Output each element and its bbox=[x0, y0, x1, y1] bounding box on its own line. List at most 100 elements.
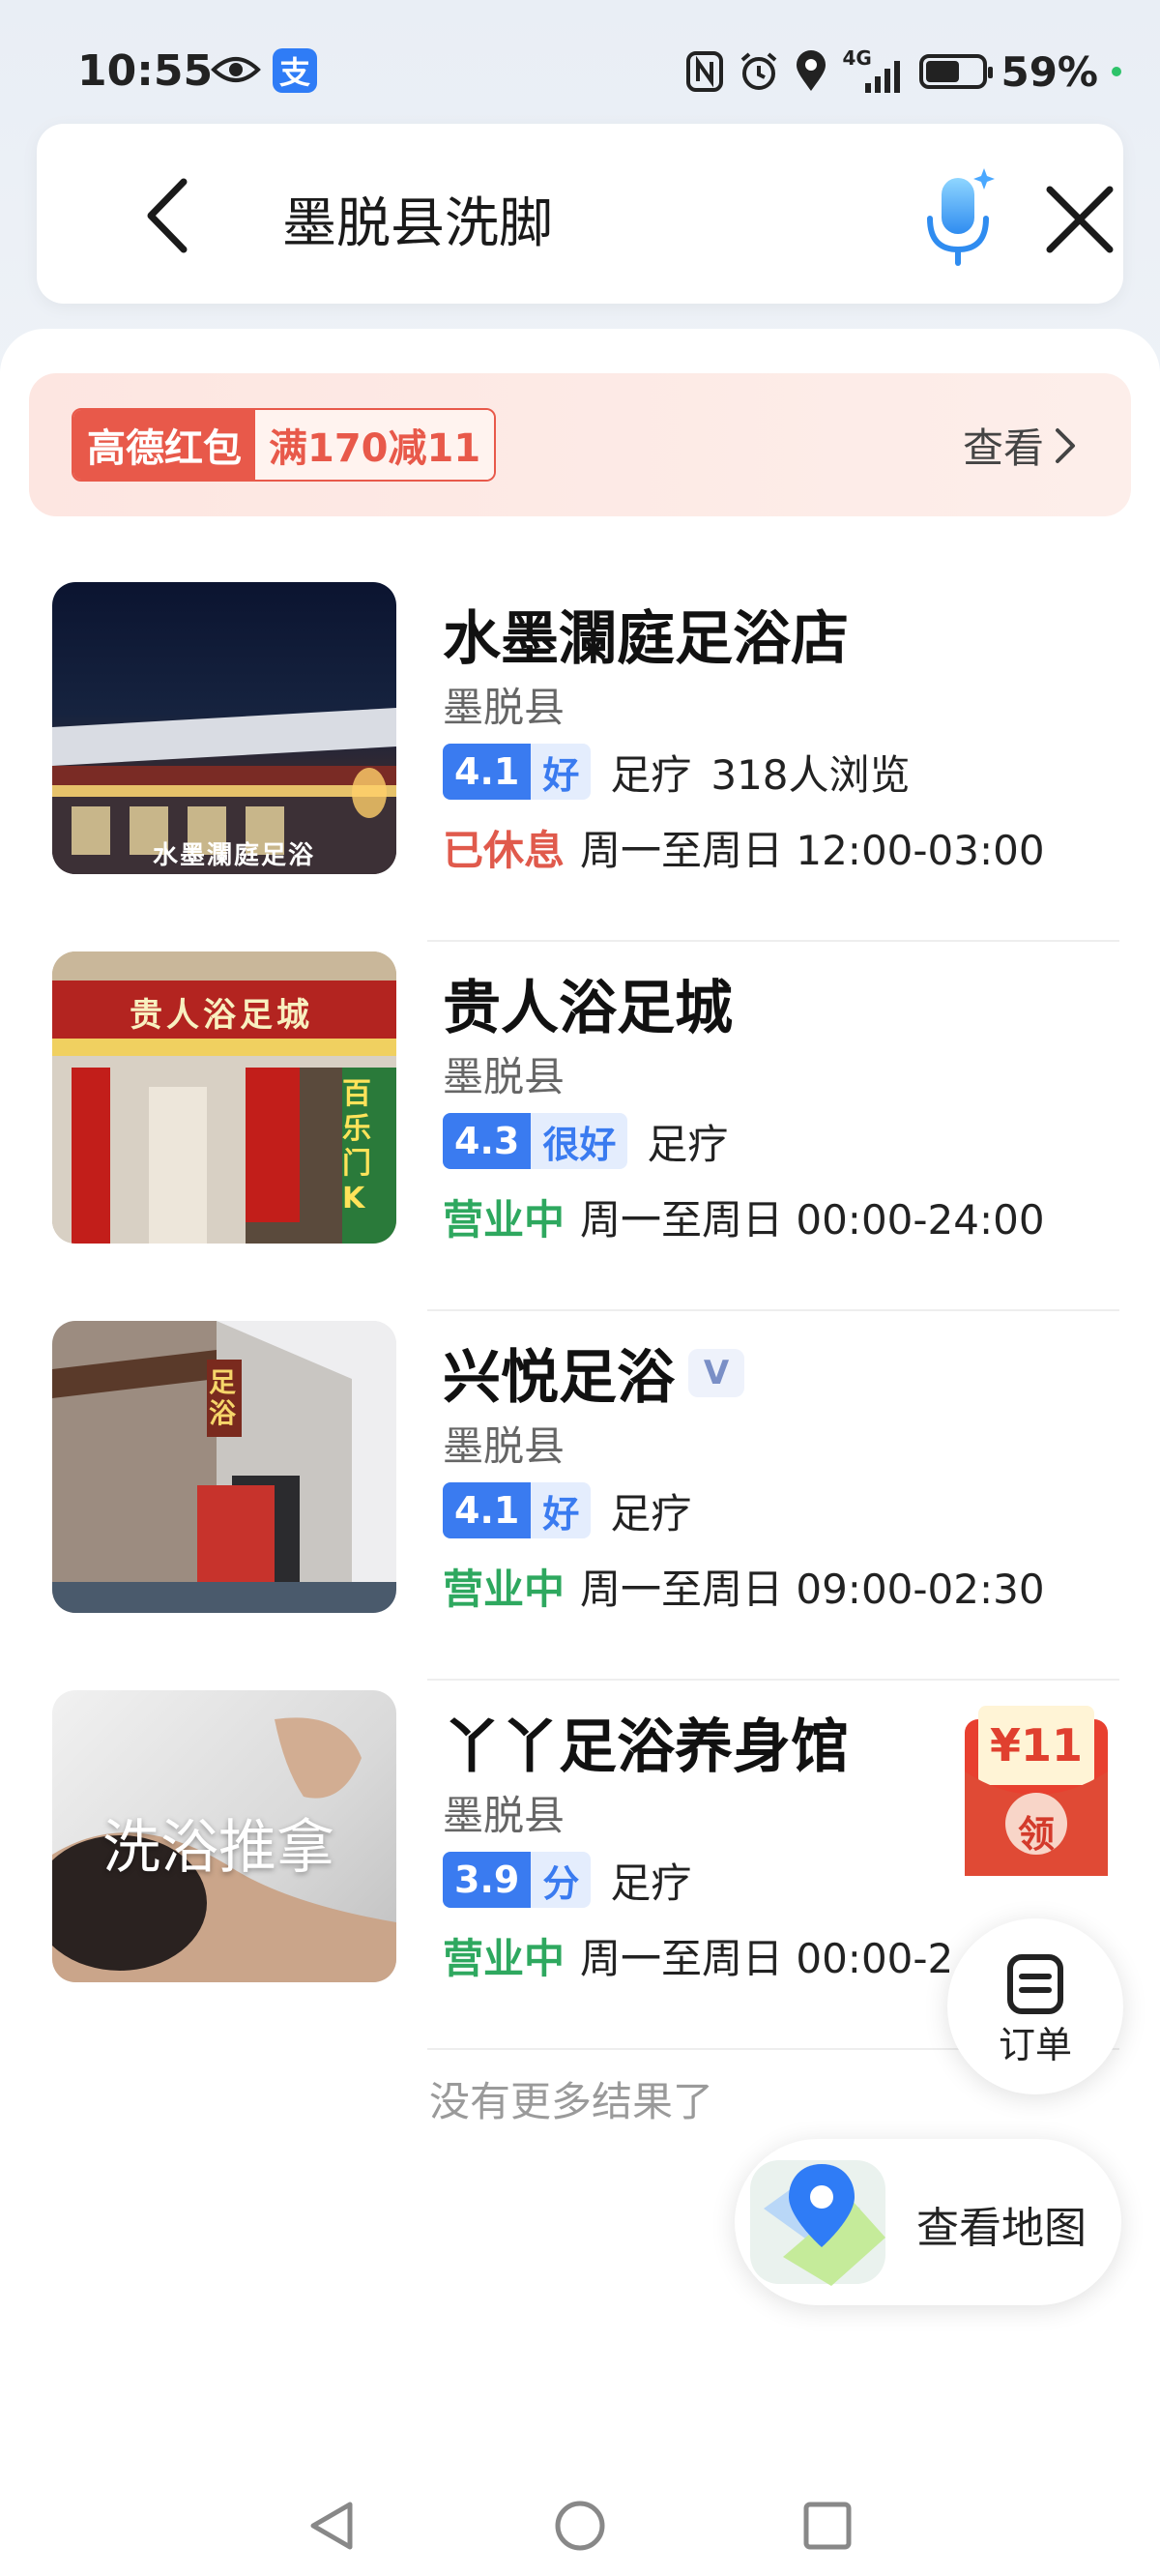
rating-word: 很好 bbox=[531, 1113, 628, 1169]
result-area: 墨脱县 bbox=[443, 684, 566, 731]
orders-button[interactable]: 订单 bbox=[947, 1918, 1123, 2094]
rating-badge: 4.3 很好 bbox=[443, 1113, 628, 1169]
thumb-sign-text: 水墨瀾庭足浴 bbox=[153, 841, 316, 870]
back-button[interactable] bbox=[130, 172, 207, 259]
result-name-text: 水墨瀾庭足浴店 bbox=[443, 605, 849, 673]
system-navigation-bar bbox=[0, 2475, 1160, 2576]
divider bbox=[427, 1309, 1119, 1311]
thumb-sign-text: 贵人浴足城 bbox=[130, 996, 313, 1035]
rating-score: 4.3 bbox=[443, 1113, 532, 1169]
rating-word: 好 bbox=[531, 744, 592, 800]
result-meta: 4.3 很好 足疗 bbox=[443, 1112, 728, 1170]
rating-score: 3.9 bbox=[443, 1852, 532, 1908]
result-area: 墨脱县 bbox=[443, 1792, 566, 1839]
status-open: 营业中 bbox=[443, 1935, 566, 1982]
result-name-text: 贵人浴足城 bbox=[443, 975, 733, 1042]
nfc-icon bbox=[686, 51, 724, 92]
divider bbox=[427, 940, 1119, 942]
status-time: 10:55 bbox=[77, 45, 214, 96]
rating-badge: 4.1 好 bbox=[443, 744, 592, 800]
battery-icon bbox=[919, 54, 994, 89]
result-hours: 营业中 周一至周日 09:00-02:30 bbox=[443, 1557, 1045, 1616]
red-packet-banner[interactable]: 高德红包 满170减11 查看 bbox=[29, 373, 1131, 516]
rating-badge: 4.1 好 bbox=[443, 1482, 592, 1538]
result-name-text: 丫丫足浴养身馆 bbox=[443, 1713, 849, 1781]
result-area: 墨脱县 bbox=[443, 1422, 566, 1470]
rating-score: 4.1 bbox=[443, 1482, 532, 1538]
status-closed: 已休息 bbox=[443, 827, 566, 874]
orders-label: 订单 bbox=[998, 2024, 1072, 2066]
storefront-photo bbox=[52, 1321, 396, 1613]
signal-indicator: 4G bbox=[842, 46, 906, 93]
opening-hours: 周一至周日 12:00-03:00 bbox=[580, 827, 1045, 874]
coupon-claim-label: 领 bbox=[1017, 1813, 1055, 1856]
result-item[interactable]: 足浴 兴悦足浴 V 墨脱县 4.1 好 足疗 营业中 周一至周日 09:00-0… bbox=[0, 1321, 1160, 1688]
result-area: 墨脱县 bbox=[443, 1053, 566, 1100]
result-name-text: 兴悦足浴 bbox=[443, 1344, 675, 1412]
result-thumbnail: 贵人浴足城 百乐门K bbox=[52, 951, 396, 1244]
rating-score: 4.1 bbox=[443, 744, 532, 800]
promo-view-label: 查看 bbox=[962, 424, 1044, 472]
search-input[interactable]: 墨脱县洗脚 bbox=[282, 180, 553, 258]
result-item[interactable]: 水墨瀾庭足浴 水墨瀾庭足浴店 墨脱县 4.1 好 足疗 318人浏览 已休息 周… bbox=[0, 582, 1160, 950]
promo-badge: 高德红包 满170减11 bbox=[72, 408, 497, 482]
search-bar: 墨脱县洗脚 bbox=[37, 124, 1123, 304]
result-thumbnail: 水墨瀾庭足浴 bbox=[52, 582, 396, 874]
thumb-caption: 洗浴推拿 bbox=[102, 1814, 334, 1882]
status-open: 营业中 bbox=[443, 1566, 566, 1613]
opening-hours: 周一至周日 00:00-2 bbox=[580, 1935, 954, 1982]
result-category: 足疗 bbox=[610, 750, 692, 799]
coupon-amount: ¥11 bbox=[989, 1719, 1084, 1771]
clear-search-button[interactable] bbox=[1036, 176, 1123, 263]
nav-back-icon[interactable] bbox=[304, 2497, 362, 2555]
mic-button[interactable] bbox=[914, 162, 1001, 269]
storefront-photo bbox=[52, 708, 396, 874]
result-hours: 营业中 周一至周日 00:00-24:00 bbox=[443, 1187, 1045, 1246]
result-hours: 营业中 周一至周日 00:00-2 bbox=[443, 1926, 974, 1985]
no-more-results: 没有更多结果了 bbox=[429, 2078, 714, 2125]
privacy-indicator-dot bbox=[1112, 67, 1121, 76]
result-name: 兴悦足浴 V bbox=[443, 1331, 744, 1415]
result-category: 足疗 bbox=[610, 1489, 692, 1537]
result-thumbnail: 足浴 bbox=[52, 1321, 396, 1613]
promo-view-link[interactable]: 查看 bbox=[963, 416, 1077, 475]
promo-offer: 满170减11 bbox=[255, 410, 495, 480]
result-meta: 4.1 好 足疗 bbox=[443, 1481, 691, 1539]
thumb-sign-text: 足浴 bbox=[209, 1366, 237, 1429]
map-icon bbox=[750, 2160, 885, 2286]
coupon-claim-button[interactable]: ¥11 领 bbox=[961, 1704, 1112, 1880]
result-name: 贵人浴足城 bbox=[443, 961, 733, 1045]
promo-badge-label: 高德红包 bbox=[73, 410, 255, 480]
view-map-button[interactable]: 查看地图 bbox=[735, 2139, 1121, 2305]
status-open: 营业中 bbox=[443, 1196, 566, 1244]
rating-badge: 3.9 分 bbox=[443, 1852, 592, 1908]
eye-icon bbox=[211, 57, 261, 82]
result-category: 足疗 bbox=[647, 1120, 729, 1168]
alarm-icon bbox=[741, 52, 777, 90]
battery-fill bbox=[926, 61, 959, 82]
rating-word: 分 bbox=[531, 1852, 592, 1908]
opening-hours: 周一至周日 00:00-24:00 bbox=[580, 1196, 1045, 1244]
result-category: 足疗 bbox=[610, 1859, 692, 1907]
nav-recents-icon[interactable] bbox=[798, 2497, 856, 2555]
battery-percent: 59% bbox=[1000, 47, 1098, 96]
status-bar: 10:55 支 4G 59% bbox=[0, 39, 1160, 102]
signal-icon bbox=[865, 61, 901, 93]
result-meta: 4.1 好 足疗 318人浏览 bbox=[443, 743, 911, 801]
status-right: 4G 59% bbox=[685, 44, 1121, 99]
result-name: 水墨瀾庭足浴店 bbox=[443, 592, 849, 676]
verified-badge: V bbox=[688, 1348, 744, 1397]
chevron-right-icon bbox=[1056, 427, 1075, 463]
result-views: 318人浏览 bbox=[710, 750, 911, 799]
result-name: 丫丫足浴养身馆 bbox=[443, 1700, 849, 1784]
result-thumbnail: 洗浴推拿 bbox=[52, 1690, 396, 1982]
result-item[interactable]: 贵人浴足城 百乐门K 贵人浴足城 墨脱县 4.3 很好 足疗 营业中 周一至周日… bbox=[0, 951, 1160, 1319]
order-list-icon bbox=[1007, 1954, 1063, 2014]
thumb-side-sign: 百乐门K bbox=[342, 1077, 371, 1215]
nav-home-icon[interactable] bbox=[551, 2497, 609, 2555]
location-icon bbox=[797, 50, 826, 91]
result-meta: 3.9 分 足疗 bbox=[443, 1851, 691, 1909]
result-hours: 已休息 周一至周日 12:00-03:00 bbox=[443, 818, 1045, 877]
opening-hours: 周一至周日 09:00-02:30 bbox=[580, 1566, 1045, 1613]
divider bbox=[427, 1679, 1119, 1681]
